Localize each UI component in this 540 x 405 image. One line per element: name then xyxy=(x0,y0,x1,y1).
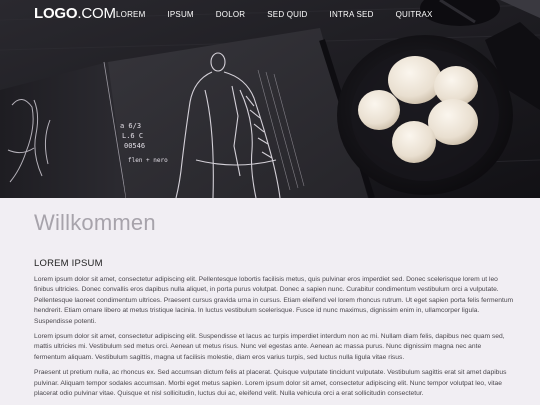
main-menu: LOREM IPSUM DOLOR SED QUID INTRA SED QUI… xyxy=(116,10,455,19)
sketch-note-4: flen + nero xyxy=(128,157,168,164)
paragraph-1: Lorem ipsum dolor sit amet, consectetur … xyxy=(34,276,514,325)
nav-item-intra-sed[interactable]: INTRA SED xyxy=(330,10,374,19)
logo-suffix: .COM xyxy=(77,5,116,22)
top-navigation: LOGO.COM LOREM IPSUM DOLOR SED QUID INTR… xyxy=(0,0,540,30)
nav-item-lorem[interactable]: LOREM xyxy=(116,10,145,19)
main-content: Willkommen LOREM IPSUM Lorem ipsum dolor… xyxy=(0,198,540,405)
section-heading: LOREM IPSUM xyxy=(34,258,103,269)
logo-prefix: LOGO xyxy=(34,5,78,22)
sketch-note-2: L.6 C xyxy=(122,132,143,140)
hero-banner: a 6/3 L.6 C 00546 flen + nero LOGO.COM L… xyxy=(0,0,540,198)
site-logo[interactable]: LOGO.COM xyxy=(34,5,116,22)
nav-item-sed-quid[interactable]: SED QUID xyxy=(267,10,307,19)
sketch-note-1: a 6/3 xyxy=(120,122,141,130)
sketch-note-3: 00546 xyxy=(124,142,145,150)
nav-item-dolor[interactable]: DOLOR xyxy=(216,10,245,19)
paragraph-3: Praesent ut pretium nulla, ac rhoncus ex… xyxy=(34,369,507,398)
paragraph-2: Lorem ipsum dolor sit amet, consectetur … xyxy=(34,333,505,361)
nav-item-ipsum[interactable]: IPSUM xyxy=(167,10,193,19)
body-text: Lorem ipsum dolor sit amet, consectetur … xyxy=(34,275,514,404)
page-title: Willkommen xyxy=(34,210,156,235)
nav-item-quitrax[interactable]: QUITRAX xyxy=(396,10,433,19)
